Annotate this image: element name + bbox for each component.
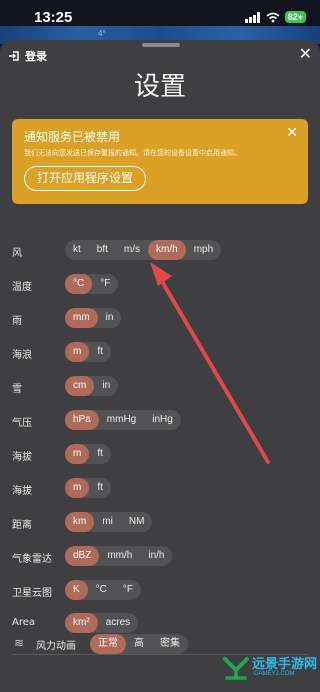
unit-selector: hPa mmHg inHg — [65, 410, 181, 430]
status-icons: 82+ — [244, 11, 306, 23]
unit-selector: km² acres — [65, 613, 139, 633]
unit-option[interactable]: NM — [121, 512, 153, 532]
setting-row: Area km² acres — [0, 613, 320, 633]
watermark: 远景手游网 GAMEYJ.COM — [222, 652, 318, 688]
unit-option[interactable]: kt — [65, 240, 89, 260]
setting-label: 海拔 — [12, 452, 32, 463]
signal-icon — [244, 11, 260, 23]
unit-option[interactable]: 正常 — [90, 634, 126, 654]
login-button[interactable]: 登录 — [8, 48, 47, 64]
open-app-settings-button[interactable]: 打开应用程序设置 — [24, 166, 147, 191]
status-time: 13:25 — [34, 8, 73, 26]
unit-option[interactable]: m/s — [116, 240, 148, 260]
notification-banner: 通知服务已被禁用 我们无法向您发送已保存警报的通知。请在您的设备设置中启用通知。… — [12, 119, 308, 204]
setting-row: 海浪 m ft — [0, 342, 320, 362]
unit-option[interactable]: °F — [115, 580, 141, 600]
unit-option[interactable]: km/h — [148, 240, 186, 260]
unit-option[interactable]: mm — [65, 308, 98, 328]
setting-row: 距离 km mi NM — [0, 512, 320, 532]
unit-option[interactable]: dBZ — [65, 546, 100, 566]
setting-row: 温度 °C °F — [0, 274, 320, 294]
watermark-logo — [223, 657, 249, 680]
setting-row: 雨 mm in — [0, 308, 320, 328]
close-icon[interactable]: ✕ — [299, 44, 312, 63]
setting-label: 卫星云图 — [12, 588, 52, 599]
unit-option[interactable]: in — [94, 376, 118, 396]
setting-label: 海拔 — [12, 486, 32, 497]
unit-option[interactable]: mi — [94, 512, 121, 532]
unit-selector: kt bft m/s km/h mph — [65, 240, 222, 260]
battery-indicator: 82+ — [284, 11, 306, 23]
unit-option[interactable]: 密集 — [152, 634, 188, 654]
watermark-title: 远景手游网 — [252, 657, 318, 672]
wifi-icon — [266, 12, 280, 22]
setting-label: 气象雷达 — [12, 554, 52, 565]
unit-option[interactable]: mmHg — [99, 410, 144, 430]
setting-row: 雪 cm in — [0, 376, 320, 396]
setting-label: 气压 — [12, 418, 32, 429]
unit-option[interactable]: acres — [98, 613, 138, 633]
unit-selector: km mi NM — [65, 512, 153, 532]
unit-selector: m ft — [65, 478, 111, 498]
unit-option[interactable]: K — [65, 580, 88, 600]
page-title: 设置 — [133, 72, 186, 102]
settings-sheet: 登录 ✕ 设置 通知服务已被禁用 我们无法向您发送已保存警报的通知。请在您的设备… — [0, 40, 320, 692]
setting-row: 海拔 m ft — [0, 444, 320, 464]
banner-title: 通知服务已被禁用 — [24, 130, 121, 144]
unit-selector: m ft — [65, 342, 111, 362]
setting-row-wind-animation: ≋ 风力动画 正常高密集 — [0, 634, 320, 654]
unit-selector: K °C °F — [65, 580, 142, 600]
unit-option[interactable]: m — [65, 342, 90, 362]
setting-label: 雪 — [12, 384, 22, 395]
unit-option[interactable]: m — [65, 478, 90, 498]
unit-option[interactable]: °C — [65, 274, 93, 294]
unit-option[interactable]: km — [65, 512, 95, 532]
unit-selector: °C °F — [65, 274, 119, 294]
unit-option[interactable]: hPa — [65, 410, 99, 430]
unit-option[interactable]: cm — [65, 376, 95, 396]
login-label: 登录 — [25, 50, 47, 63]
setting-row: 气压 hPa mmHg inHg — [0, 410, 320, 430]
unit-option[interactable]: bft — [89, 240, 116, 260]
setting-label: 雨 — [12, 316, 22, 327]
unit-option[interactable]: 高 — [126, 634, 152, 654]
wind-animation-selector: 正常高密集 — [90, 634, 188, 654]
setting-label: 温度 — [12, 282, 32, 293]
setting-label: 海浪 — [12, 350, 32, 361]
setting-row: 气象雷达 dBZ mm/h in/h — [0, 546, 320, 566]
unit-option[interactable]: ft — [89, 342, 111, 362]
banner-text: 我们无法向您发送已保存警报的通知。请在您的设备设置中启用通知。 — [24, 149, 241, 157]
unit-selector: dBZ mm/h in/h — [65, 546, 173, 566]
banner-close-icon[interactable]: ✕ — [286, 125, 298, 141]
login-icon — [9, 51, 19, 61]
unit-option[interactable]: ft — [89, 478, 111, 498]
unit-option[interactable]: ft — [89, 444, 111, 464]
unit-option[interactable]: °F — [92, 274, 118, 294]
unit-option[interactable]: m — [65, 444, 90, 464]
unit-option[interactable]: in/h — [140, 546, 172, 566]
unit-selector: mm in — [65, 308, 122, 328]
setting-label: Area — [12, 617, 36, 628]
watermark-subtitle: GAMEYJ.COM — [254, 671, 295, 677]
unit-selector: m ft — [65, 444, 111, 464]
setting-row: 风 kt bft m/s km/h mph — [0, 240, 320, 260]
unit-option[interactable]: in — [98, 308, 122, 328]
setting-label: 风 — [12, 248, 22, 259]
unit-option[interactable]: mph — [186, 240, 221, 260]
wind-icon: ≋ — [14, 636, 25, 650]
setting-row: 卫星云图 K °C °F — [0, 580, 320, 600]
unit-selector: cm in — [65, 376, 119, 396]
map-label: 4° — [98, 29, 106, 38]
unit-option[interactable]: inHg — [144, 410, 181, 430]
setting-label: 风力动画 — [36, 641, 76, 652]
unit-option[interactable]: km² — [65, 613, 98, 633]
unit-option[interactable]: °C — [88, 580, 115, 600]
unit-option[interactable]: mm/h — [99, 546, 140, 566]
sheet-grabber[interactable] — [142, 43, 180, 47]
setting-row: 海拔 m ft — [0, 478, 320, 498]
setting-label: 距离 — [12, 520, 32, 531]
